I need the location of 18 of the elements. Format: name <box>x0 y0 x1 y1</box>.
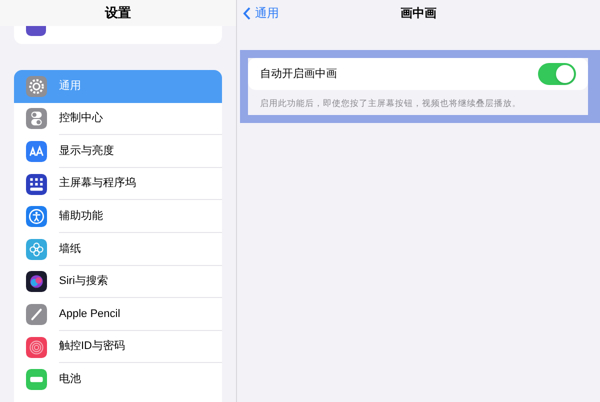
toggle-switch[interactable] <box>538 63 576 85</box>
setting-description: 启用此功能后，即使您按了主屏幕按钮，视频也将继续叠层播放。 <box>259 97 522 110</box>
page-title: 画中画 <box>400 5 436 22</box>
back-button[interactable]: 通用 <box>243 4 279 22</box>
app-grid-icon <box>26 174 47 195</box>
sidebar-item[interactable]: 控制中心 <box>14 102 222 136</box>
battery-icon <box>26 369 47 390</box>
orb-icon <box>26 271 47 292</box>
switches-icon <box>26 108 47 130</box>
text-size-icon <box>26 140 47 162</box>
fingerprint-icon <box>26 336 47 358</box>
setting-label: 自动开启画中画 <box>260 66 338 82</box>
accessibility-icon <box>26 206 47 228</box>
flower-icon <box>26 238 47 260</box>
chevron-left-icon <box>243 6 251 20</box>
sidebar-title: 设置 <box>105 4 131 22</box>
gear-icon <box>26 76 47 97</box>
pencil-icon <box>26 304 47 325</box>
